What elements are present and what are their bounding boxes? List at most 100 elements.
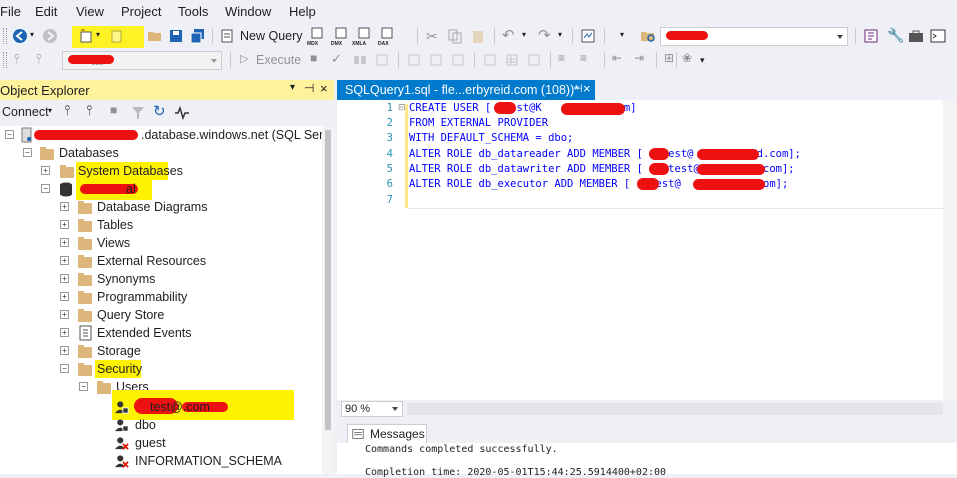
close-icon[interactable]: × — [320, 81, 328, 96]
wrench-icon[interactable]: 🔧 — [887, 27, 904, 44]
menu-project[interactable]: Project — [121, 4, 161, 19]
tree-node-tables[interactable]: Tables — [97, 216, 133, 234]
tree-node-programmability[interactable]: Programmability — [97, 288, 187, 306]
undo-dropdown-icon[interactable]: ▾ — [522, 30, 526, 39]
parse-icon[interactable]: ✓ — [331, 51, 342, 67]
toolbar-grip[interactable] — [3, 28, 7, 44]
specify-values-icon[interactable]: ⊞ — [664, 51, 674, 65]
redo-dropdown-icon[interactable]: ▾ — [558, 30, 562, 39]
menu-file[interactable]: File — [0, 4, 21, 19]
intellisense-icon[interactable] — [374, 52, 390, 68]
save-all-icon[interactable] — [190, 28, 206, 44]
collapse-icon[interactable]: − — [79, 382, 88, 391]
expand-icon[interactable]: + — [60, 238, 69, 247]
open-file-icon[interactable] — [147, 28, 163, 44]
connect-icon[interactable]: ⫯ — [14, 51, 20, 67]
tree-node-server[interactable]: .database.windows.net (SQL Serve — [141, 126, 322, 144]
new-query-button[interactable]: New Query — [240, 29, 303, 43]
menu-edit[interactable]: Edit — [35, 4, 57, 19]
activity-icon[interactable] — [174, 105, 190, 121]
disconnect-icon[interactable]: ⫯ — [36, 51, 42, 67]
collapse-icon[interactable]: − — [41, 184, 50, 193]
pin-icon[interactable]: ⊣ — [573, 82, 583, 95]
expand-icon[interactable]: + — [60, 328, 69, 337]
results-to-text-icon[interactable] — [482, 52, 498, 68]
close-tab-icon[interactable]: × — [583, 81, 591, 96]
connect-button[interactable]: Connect — [2, 105, 49, 119]
expand-icon[interactable]: + — [60, 274, 69, 283]
tree-node-security[interactable]: Security — [97, 360, 142, 378]
new-dropdown-icon[interactable]: ▾ — [96, 30, 100, 39]
menu-tools[interactable]: Tools — [178, 4, 208, 19]
execute-icon[interactable]: ▷ — [240, 52, 248, 65]
toolbar-overflow-icon[interactable]: ▾ — [700, 55, 705, 66]
menu-view[interactable]: View — [76, 4, 104, 19]
tree-node-views[interactable]: Views — [97, 234, 130, 252]
tree-node-database[interactable]: al — [126, 180, 136, 198]
horizontal-scrollbar[interactable] — [407, 403, 943, 415]
activity-monitor-icon[interactable] — [580, 28, 596, 44]
execute-button[interactable]: Execute — [256, 53, 301, 67]
tab-sqlquery1[interactable]: SQLQuery1.sql - fle...erbyreid.com (108)… — [337, 80, 595, 100]
window-position-icon[interactable]: ▾ — [290, 82, 295, 93]
save-icon[interactable] — [168, 28, 184, 44]
new-query-icon[interactable] — [219, 28, 235, 44]
menu-window[interactable]: Window — [225, 4, 271, 19]
cancel-query-icon[interactable]: ■ — [310, 51, 317, 65]
increase-indent-icon[interactable]: ⇥ — [634, 51, 644, 65]
tree-node-guest[interactable]: guest — [135, 434, 166, 452]
connect-dropdown-icon[interactable]: ▾ — [48, 106, 52, 115]
collapse-icon[interactable]: − — [60, 364, 69, 373]
comment-icon[interactable]: ≡ — [558, 51, 565, 65]
redo-icon[interactable]: ↷ — [538, 26, 551, 44]
tree-node-databases[interactable]: Databases — [59, 144, 119, 162]
cut-icon[interactable]: ✂ — [426, 28, 438, 45]
tree-node-database-diagrams[interactable]: Database Diagrams — [97, 198, 207, 216]
uncomment-icon[interactable]: ≡ — [580, 51, 587, 65]
object-explorer-scrollbar[interactable] — [322, 126, 334, 474]
tab-messages[interactable]: Messages — [347, 424, 427, 444]
include-plan-icon[interactable] — [406, 52, 422, 68]
expand-icon[interactable]: + — [60, 310, 69, 319]
collapse-icon[interactable]: − — [5, 130, 14, 139]
filter-icon[interactable] — [130, 105, 146, 121]
stop-icon[interactable]: ■ — [110, 103, 117, 117]
connect-plug-icon[interactable]: ⫯ — [64, 102, 70, 119]
expand-icon[interactable]: + — [60, 220, 69, 229]
tree-node-system-databases[interactable]: System Databases — [78, 162, 183, 180]
zoom-combo[interactable]: 90 % — [341, 401, 403, 417]
undo-icon[interactable]: ↶ — [502, 26, 515, 44]
sql-editor[interactable]: 1 2 3 4 5 6 7 ⊟ CREATE USER [ test@K .co… — [337, 100, 957, 400]
code-line-3[interactable]: WITH DEFAULT_SCHEMA = dbo; — [409, 132, 573, 144]
code-line-2[interactable]: FROM EXTERNAL PROVIDER — [409, 117, 548, 129]
add-item-icon[interactable] — [108, 28, 124, 44]
disconnect-plug-icon[interactable]: ⫯ — [86, 102, 92, 119]
tree-node-user-email[interactable]: test@.com — [150, 398, 210, 416]
menu-help[interactable]: Help — [289, 4, 316, 19]
find-in-files-icon[interactable] — [640, 28, 656, 44]
copy-icon[interactable] — [447, 28, 463, 44]
back-dropdown-icon[interactable]: ▾ — [30, 30, 34, 39]
tree-node-extended-events[interactable]: Extended Events — [97, 324, 192, 342]
toolbar-grip[interactable] — [3, 52, 7, 68]
pin-icon[interactable]: ⊣ — [304, 81, 314, 95]
decrease-indent-icon[interactable]: ⇤ — [612, 51, 622, 65]
results-to-file-icon[interactable] — [526, 52, 542, 68]
forward-icon[interactable] — [42, 28, 58, 44]
expand-icon[interactable]: + — [60, 292, 69, 301]
results-to-grid-icon[interactable] — [504, 52, 520, 68]
tree-node-dbo[interactable]: dbo — [135, 416, 156, 434]
tree-node-external-resources[interactable]: External Resources — [97, 252, 206, 270]
properties-icon[interactable] — [863, 28, 879, 44]
expand-icon[interactable]: + — [60, 256, 69, 265]
refresh-icon[interactable]: ↻ — [153, 102, 166, 120]
expand-icon[interactable]: + — [60, 202, 69, 211]
toolbox-icon[interactable] — [908, 28, 924, 44]
collapse-region-icon[interactable]: ⊟ — [398, 102, 406, 113]
estimated-plan-icon[interactable] — [352, 52, 368, 68]
tree-node-storage[interactable]: Storage — [97, 342, 141, 360]
back-icon[interactable] — [12, 28, 28, 44]
new-project-icon[interactable] — [78, 28, 94, 44]
collapse-icon[interactable]: − — [23, 148, 32, 157]
solution-config-dropdown-icon[interactable]: ▾ — [620, 30, 624, 39]
